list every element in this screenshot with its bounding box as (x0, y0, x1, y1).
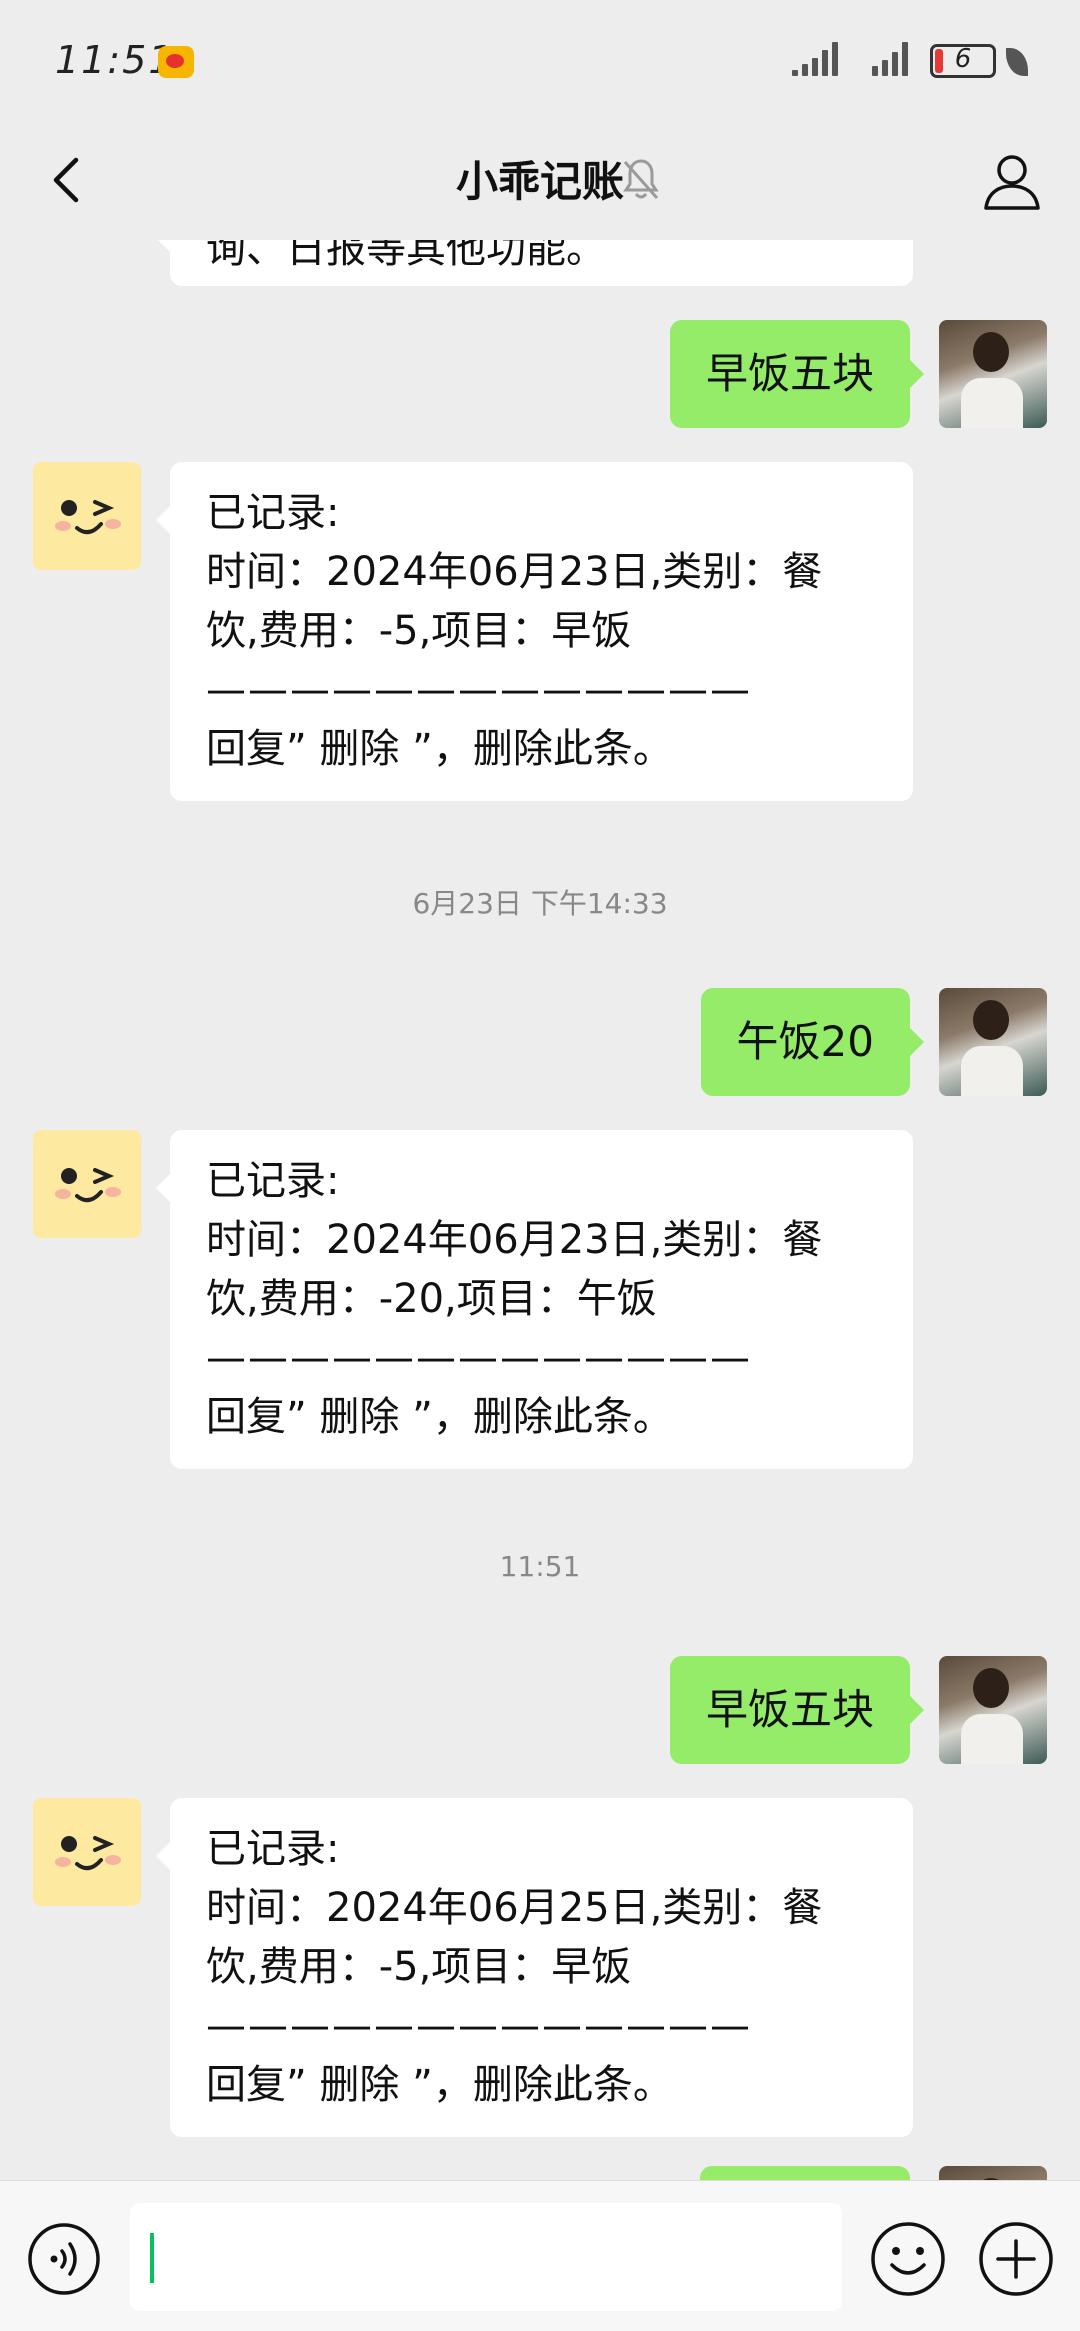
message-line: 已记录: (206, 490, 340, 536)
smile-icon[interactable] (868, 2219, 948, 2299)
message-line: 时间：2024年06月23日,类别：餐 (206, 549, 823, 595)
message-line: 回复” 删除 ”，删除此条。 (206, 1394, 673, 1440)
bell-off-icon (623, 159, 659, 199)
status-time: 11:51 (55, 38, 175, 82)
message-text: 午饭20 (736, 1017, 874, 1066)
signal-strength-icon-2 (872, 42, 908, 76)
message-text: 询、日报等其他功能。 (206, 240, 606, 272)
message-bubble-incoming[interactable]: 已记录: 时间：2024年06月23日,类别：餐 饮,费用：-5,项目：早饭 —… (156, 462, 913, 801)
bot-avatar[interactable] (33, 1798, 141, 1906)
text-cursor (150, 2233, 154, 2283)
message-divider-line: ————————————— (206, 2003, 752, 2049)
wink-face-icon (55, 500, 121, 535)
message-bubble-incoming[interactable]: 已记录: 时间：2024年06月25日,类别：餐 饮,费用：-5,项目：早饭 —… (156, 1798, 913, 2137)
weibo-notification-icon (158, 46, 194, 78)
message-line: 回复” 删除 ”，删除此条。 (206, 2062, 673, 2108)
message-divider-line: ————————————— (206, 667, 752, 713)
message-divider-line: ————————————— (206, 1335, 752, 1381)
message-line: 饮,费用：-5,项目：早饭 (206, 1944, 632, 1990)
message-list[interactable]: 询、日报等其他功能。 早饭五块 已记录: 时间：2024年06月23日,类别：餐… (0, 240, 1080, 2180)
bot-avatar[interactable] (33, 462, 141, 570)
plus-circle-icon[interactable] (976, 2219, 1056, 2299)
voice-icon[interactable] (26, 2221, 102, 2297)
message-line: 回复” 删除 ”，删除此条。 (206, 726, 673, 772)
leaf-icon (1006, 48, 1028, 76)
chat-header: 小乖记账 (0, 120, 1080, 240)
message-bubble-incoming[interactable]: 询、日报等其他功能。 (156, 240, 913, 286)
bot-avatar[interactable] (33, 1130, 141, 1238)
message-timestamp: 6月23日 下午14:33 (412, 887, 668, 920)
chat-title: 小乖记账 (455, 157, 624, 206)
battery-level: 6 (954, 44, 972, 74)
message-bubble-outgoing[interactable]: 早饭五块 (669, 320, 925, 428)
input-bar (0, 2180, 1080, 2331)
user-avatar[interactable] (939, 1656, 1047, 1764)
message-line: 时间：2024年06月25日,类别：餐 (206, 1885, 823, 1931)
message-text: 早饭五块 (705, 349, 874, 398)
user-avatar[interactable] (939, 988, 1047, 1096)
person-icon[interactable] (980, 148, 1044, 212)
message-line: 饮,费用：-20,项目：午饭 (206, 1276, 657, 1322)
chat-screen: 11:51 6 小乖记账 询、日报等其他功能。 早饭五块 已记录: 时间：202… (0, 0, 1080, 2331)
message-input[interactable] (130, 2203, 842, 2311)
message-line: 已记录: (206, 1158, 340, 1204)
user-avatar[interactable] (939, 2166, 1047, 2180)
message-line: 饮,费用：-5,项目：早饭 (206, 608, 632, 654)
message-bubble-outgoing[interactable] (700, 2166, 910, 2180)
status-bar: 11:51 6 (0, 0, 1080, 120)
message-bubble-outgoing[interactable]: 午饭20 (700, 988, 925, 1096)
battery-icon: 6 (930, 44, 996, 78)
message-timestamp: 11:51 (499, 1550, 581, 1583)
message-bubble-outgoing[interactable]: 早饭五块 (669, 1656, 925, 1764)
message-bubble-incoming[interactable]: 已记录: 时间：2024年06月23日,类别：餐 饮,费用：-20,项目：午饭 … (156, 1130, 913, 1469)
message-line: 已记录: (206, 1826, 340, 1872)
user-avatar[interactable] (939, 320, 1047, 428)
message-line: 时间：2024年06月23日,类别：餐 (206, 1217, 823, 1263)
wink-face-icon (55, 1836, 121, 1871)
signal-strength-icon (792, 42, 838, 76)
wink-face-icon (55, 1168, 121, 1203)
message-text: 早饭五块 (705, 1685, 874, 1734)
